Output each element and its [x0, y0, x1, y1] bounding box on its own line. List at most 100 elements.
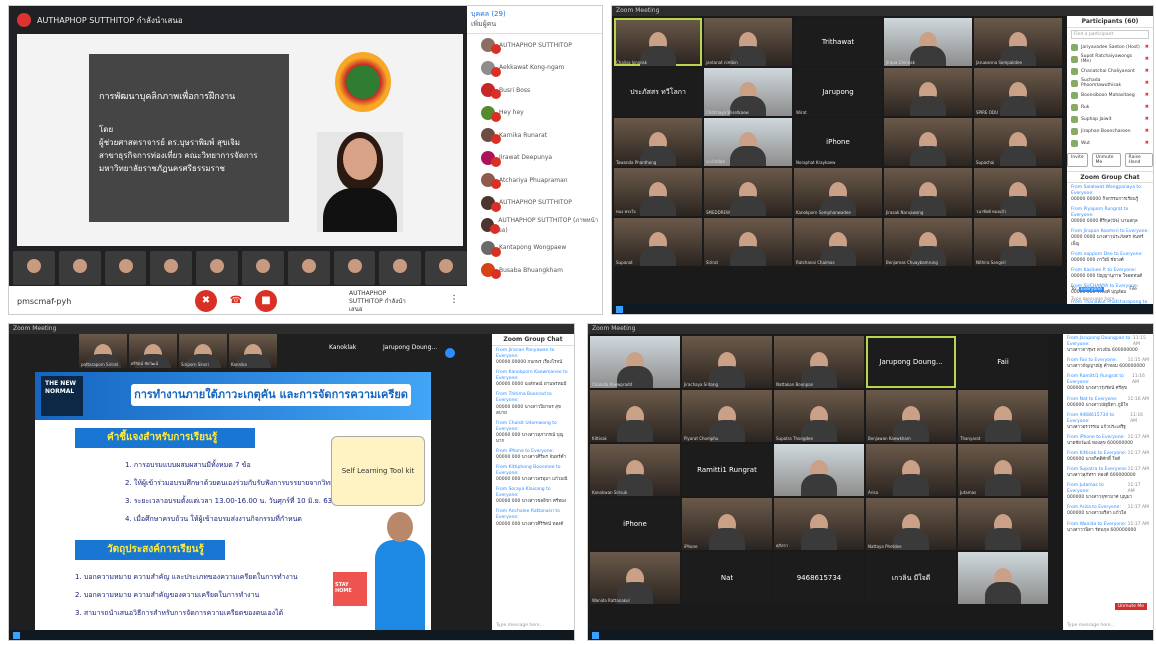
- participant-video[interactable]: Supachai: [974, 118, 1062, 166]
- participant-video[interactable]: Jirapa Chinnak: [884, 18, 972, 66]
- participant-video[interactable]: Jutamas: [958, 444, 1048, 496]
- participant-video[interactable]: Kanokwan Sirisuk: [590, 444, 680, 496]
- windows-start-icon[interactable]: [13, 631, 20, 639]
- windows-start-icon[interactable]: [616, 305, 623, 313]
- participant-video[interactable]: Piyarat Chomphu: [682, 390, 772, 442]
- participant-row[interactable]: Boonsiboon Mahasitaeg ✖: [1067, 89, 1153, 101]
- participant-row[interactable]: Jirawat Deepunya: [467, 147, 602, 170]
- participant-video[interactable]: Kanokporn Somphanwadee: [794, 168, 882, 216]
- participant-row[interactable]: Wut ✖: [1067, 137, 1153, 149]
- participant-thumbnail[interactable]: [379, 251, 422, 285]
- participant-tile[interactable]: เกวลิน มีใจดี: [866, 552, 956, 604]
- participant-tile[interactable]: Nat: [682, 552, 772, 604]
- participant-video[interactable]: Kittisak: [590, 390, 680, 442]
- participants-action-button[interactable]: Raise Hand: [1124, 153, 1153, 167]
- participant-video[interactable]: Wanida Rattanakul: [590, 552, 680, 604]
- mic-muted-icon[interactable]: ✖: [1145, 128, 1149, 134]
- participant-row[interactable]: Suchada Phoomtawuthisak ✖: [1067, 77, 1153, 89]
- add-people-link[interactable]: เพิ่มผู้คน: [471, 20, 598, 30]
- participant-video[interactable]: SPIRE ODU: [974, 68, 1062, 116]
- participant-video[interactable]: [884, 68, 972, 116]
- mic-muted-icon[interactable]: ✖: [1145, 44, 1149, 50]
- participant-video[interactable]: Sirirat: [704, 218, 792, 266]
- participant-row[interactable]: Supot Ratchaiyawongs (Me) ✖: [1067, 53, 1153, 65]
- participant-video[interactable]: Chanida Kaewpradit: [590, 336, 680, 388]
- participant-row[interactable]: Kantapong Wongpaew: [467, 237, 602, 260]
- mic-muted-icon[interactable]: ✖: [1145, 140, 1149, 146]
- chat-message-input[interactable]: Type message here...: [1071, 297, 1119, 302]
- participant-video[interactable]: Siriporn Sinsri: [179, 334, 227, 368]
- participant-thumbnail[interactable]: [13, 251, 55, 285]
- participant-tile[interactable]: Jarupong Wirat: [794, 68, 882, 116]
- participant-video[interactable]: วนาทิพย์ ทองแก้ว: [974, 168, 1062, 216]
- mic-muted-icon[interactable]: ✖: [1145, 56, 1149, 62]
- chat-to-value[interactable]: Everyone: [1078, 287, 1104, 292]
- mic-muted-icon[interactable]: ✖: [1145, 68, 1149, 74]
- participant-row[interactable]: Chanatchai Chaliyanont ✖: [1067, 65, 1153, 77]
- participant-row[interactable]: Busaba Bhuangkham: [467, 259, 602, 282]
- chat-file-button[interactable]: File: [1129, 287, 1137, 292]
- participant-video[interactable]: Jirasak Naruawong: [884, 168, 972, 216]
- participants-tab[interactable]: บุคคล (29): [471, 10, 598, 20]
- participant-video[interactable]: Nattaya Phetdee: [866, 498, 956, 550]
- participant-row[interactable]: AUTHAPHOP SUTTHITOP (ภาพหน้าจอ): [467, 214, 602, 237]
- next-page-icon[interactable]: [445, 348, 455, 358]
- camera-off-icon[interactable]: ■: [255, 290, 277, 312]
- participant-row[interactable]: AUTHAPHOP SUTTHITOP: [467, 34, 602, 57]
- participant-tile[interactable]: 9468615734: [774, 552, 864, 604]
- participant-tile[interactable]: iPhone Noraphat Kraykaew: [794, 118, 882, 166]
- participant-video[interactable]: ศรีรัตน์ ชัยวัฒน์: [129, 334, 177, 368]
- participant-video[interactable]: ทนง ทรงใจ: [614, 168, 702, 216]
- participant-tile[interactable]: iPhone: [590, 498, 680, 550]
- participant-video[interactable]: Jirachaya Sritong: [682, 336, 772, 388]
- chat-message-input[interactable]: Type message here...: [496, 623, 544, 628]
- participant-row[interactable]: Jariyavadee Saeton (Host) ✖: [1067, 41, 1153, 53]
- participant-video[interactable]: Thanyarat: [958, 390, 1048, 442]
- participant-video[interactable]: Benjawan Kaewkham: [866, 390, 956, 442]
- participant-video[interactable]: Arisa: [866, 444, 956, 496]
- chat-message-input[interactable]: Type message here...: [1067, 623, 1115, 628]
- participant-video[interactable]: Nithira Sangsri: [974, 218, 1062, 266]
- mic-off-icon[interactable]: ✖: [195, 290, 217, 312]
- participant-video[interactable]: SMEDDREW: [704, 168, 792, 216]
- chat-recipient[interactable]: To: Everyone File: [1071, 287, 1137, 292]
- participant-row[interactable]: AUTHAPHOP SUTTHITOP: [467, 192, 602, 215]
- participant-video[interactable]: Benjamas Chuaybamrung: [884, 218, 972, 266]
- participant-search-input[interactable]: Find a participant: [1071, 30, 1149, 39]
- participants-action-button[interactable]: Invite: [1067, 153, 1088, 167]
- mic-muted-icon[interactable]: ✖: [1145, 104, 1149, 110]
- participant-video[interactable]: นางใจมีสุข: [704, 118, 792, 166]
- participant-video[interactable]: [884, 118, 972, 166]
- mic-muted-icon[interactable]: ✖: [1145, 92, 1149, 98]
- participant-row[interactable]: Hey hey: [467, 102, 602, 125]
- participant-tile[interactable]: Jarupong Doung...: [866, 336, 956, 388]
- participant-tile[interactable]: Ramitti1 Rungrat: [682, 444, 772, 496]
- participant-tile[interactable]: ประภัสสร ทวีโลกา: [614, 68, 702, 116]
- participant-row[interactable]: Suphap Jaiwit ✖: [1067, 113, 1153, 125]
- participant-tile[interactable]: Trithawat: [794, 18, 882, 66]
- participant-thumbnail[interactable]: [425, 251, 467, 285]
- participant-thumbnail[interactable]: [333, 251, 376, 285]
- participant-thumbnail[interactable]: [287, 251, 330, 285]
- participants-action-button[interactable]: Unmute Me: [1091, 153, 1121, 167]
- participant-row[interactable]: Ruk ✖: [1067, 101, 1153, 113]
- participant-video[interactable]: Supatra Thongdee: [774, 390, 864, 442]
- participant-thumbnail[interactable]: [150, 251, 193, 285]
- more-options-icon[interactable]: ⋮: [449, 294, 459, 305]
- windows-start-icon[interactable]: [592, 631, 599, 639]
- participant-thumbnail[interactable]: [241, 251, 284, 285]
- participant-video[interactable]: Chalisa Jongrak: [614, 18, 702, 66]
- participant-row[interactable]: Atchariya Phuapraman: [467, 169, 602, 192]
- hangup-icon[interactable]: ☎: [225, 290, 247, 312]
- participant-video[interactable]: Nattakan Boonpan: [774, 336, 864, 388]
- participant-row[interactable]: Busri Boss: [467, 79, 602, 102]
- unmute-tooltip[interactable]: Unmute Me: [1115, 603, 1147, 610]
- mic-muted-icon[interactable]: ✖: [1145, 116, 1149, 122]
- participant-row[interactable]: Karnika Runarat: [467, 124, 602, 147]
- participant-thumbnail[interactable]: [104, 251, 147, 285]
- participant-thumbnail[interactable]: [196, 251, 238, 285]
- participant-video[interactable]: jantanat nimbin: [704, 18, 792, 66]
- participant-thumbnail[interactable]: [58, 251, 101, 285]
- participant-video[interactable]: ศุภิสรา: [774, 498, 864, 550]
- participant-video[interactable]: Tawanda Phanthong: [614, 118, 702, 166]
